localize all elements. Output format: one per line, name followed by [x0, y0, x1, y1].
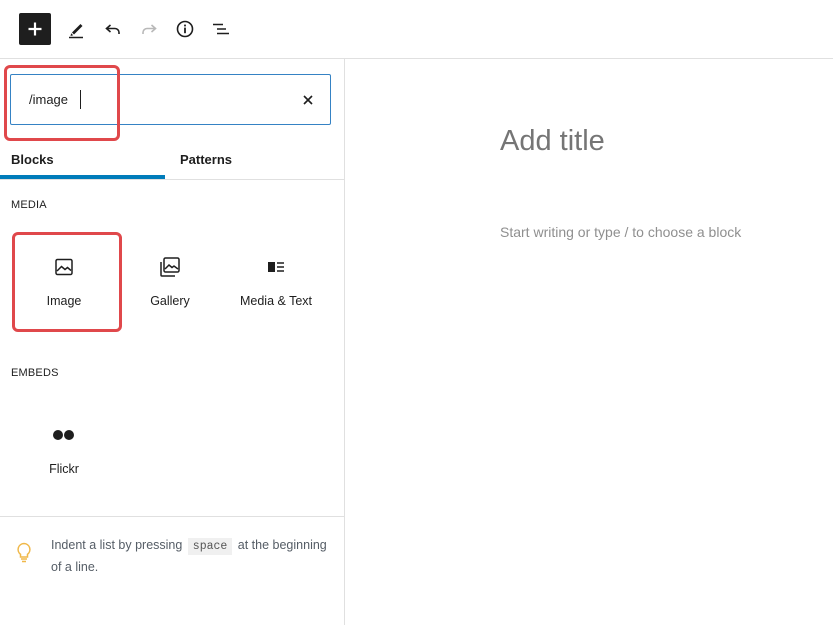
- category-media-heading: MEDIA: [11, 199, 47, 211]
- plus-icon: [28, 22, 42, 36]
- block-item-image[interactable]: Image: [11, 234, 117, 330]
- block-label: Image: [46, 294, 82, 308]
- list-view-icon: [213, 23, 229, 35]
- add-block-button[interactable]: [19, 13, 51, 45]
- undo-icon: [105, 24, 120, 34]
- flickr-icon: [53, 430, 74, 440]
- list-view-button[interactable]: [205, 13, 237, 45]
- block-label: Media & Text: [239, 294, 313, 308]
- tab-patterns[interactable]: Patterns: [180, 139, 232, 179]
- pencil-icon: [69, 24, 83, 39]
- tip-text-start: Indent a list by pressing: [51, 538, 186, 552]
- block-label: Gallery: [150, 294, 190, 308]
- keyboard-key: space: [187, 538, 233, 555]
- category-embeds-heading: EMBEDS: [11, 367, 59, 379]
- block-item-gallery[interactable]: Gallery: [117, 234, 223, 330]
- close-icon: [303, 95, 313, 105]
- editor-toolbar: [0, 0, 833, 59]
- block-item-media-text[interactable]: Media & Text: [223, 234, 329, 330]
- redo-button[interactable]: [133, 13, 165, 45]
- lightbulb-icon: [17, 542, 31, 563]
- block-search-input[interactable]: [29, 89, 279, 109]
- block-item-flickr[interactable]: Flickr: [11, 402, 117, 498]
- text-caret: [80, 90, 81, 109]
- gallery-icon: [160, 257, 180, 277]
- active-tab-indicator: [0, 175, 165, 179]
- inserter-tip: Indent a list by pressing space at the b…: [0, 516, 344, 626]
- tab-blocks[interactable]: Blocks: [11, 139, 54, 179]
- image-icon: [55, 258, 73, 276]
- media-text-icon: [268, 262, 284, 272]
- tip-text: Indent a list by pressing space at the b…: [51, 535, 331, 577]
- editor-canvas: Add title Start writing or type / to cho…: [346, 59, 833, 625]
- details-button[interactable]: [169, 13, 201, 45]
- post-title-placeholder[interactable]: Add title: [500, 125, 605, 158]
- clear-search-button[interactable]: [298, 90, 318, 110]
- redo-icon: [142, 24, 157, 34]
- block-appender-placeholder[interactable]: Start writing or type / to choose a bloc…: [500, 224, 741, 240]
- block-search-field[interactable]: [10, 74, 331, 125]
- inserter-tabs: Blocks Patterns: [0, 139, 345, 180]
- info-icon: [176, 20, 194, 38]
- block-inserter-panel: Blocks Patterns MEDIA Image Gallery: [0, 59, 345, 625]
- undo-button[interactable]: [97, 13, 129, 45]
- block-label: Flickr: [49, 462, 79, 476]
- tools-button[interactable]: [60, 13, 92, 45]
